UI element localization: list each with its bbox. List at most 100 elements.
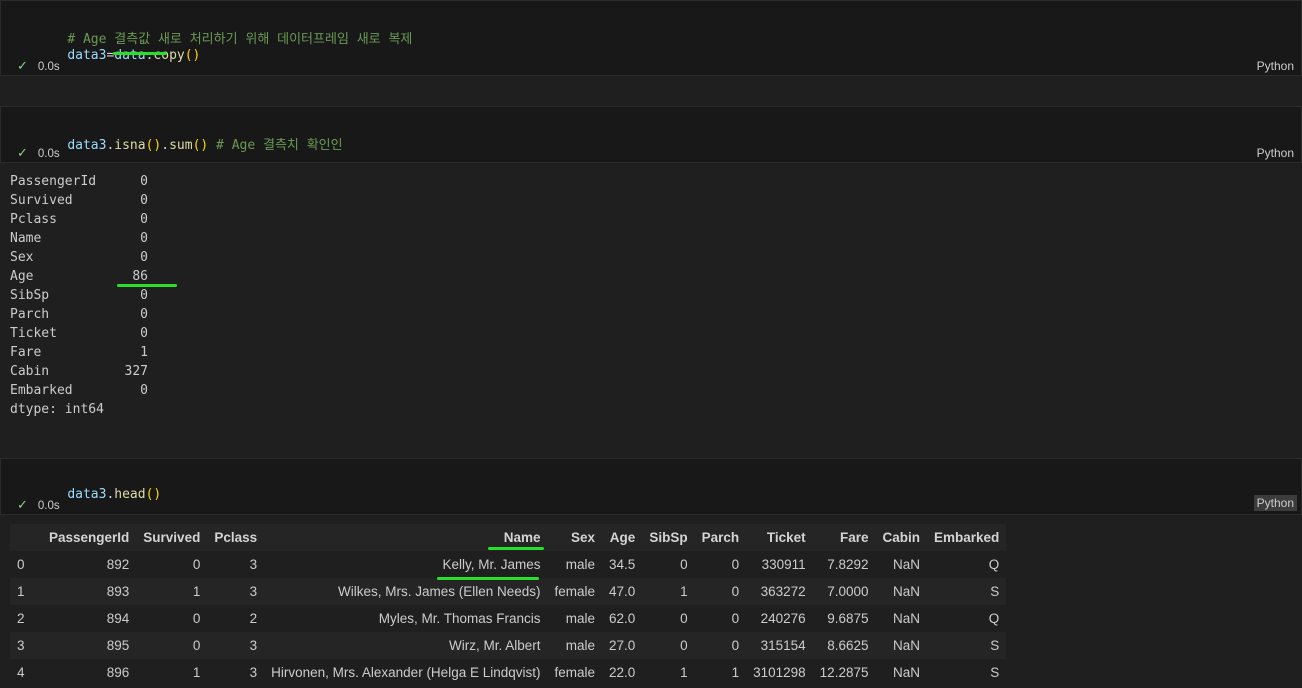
- code-cell-head[interactable]: data3.head() ✓ 0.0s Python: [0, 458, 1302, 515]
- table-row: 1 893 1 3 Wilkes, Mrs. James (Ellen Needs) fe…: [10, 578, 1007, 605]
- code-function-isna: isna: [114, 138, 146, 153]
- table-cell: 3: [207, 632, 265, 659]
- table-cell: Wilkes, Mrs. James (Ellen Needs): [264, 578, 548, 605]
- table-cell: 892: [42, 551, 137, 578]
- table-cell: 363272: [746, 578, 813, 605]
- series-index: PassengerId: [10, 174, 97, 189]
- table-cell: 1: [136, 578, 208, 605]
- cell-status: ✓ 0.0s: [17, 58, 60, 74]
- table-cell: 1: [10, 578, 42, 605]
- table-cell: 12.2875: [812, 659, 876, 686]
- series-value: 0: [140, 250, 148, 265]
- language-label[interactable]: Python: [1254, 58, 1297, 74]
- table-cell: 0: [694, 551, 747, 578]
- series-index: Name: [10, 231, 42, 246]
- table-cell: 0: [10, 551, 42, 578]
- code-object: data: [114, 48, 146, 63]
- code-parens: (): [145, 138, 162, 153]
- code-variable: data3: [67, 48, 107, 63]
- table-cell: NaN: [875, 551, 927, 578]
- table-cell: Wirz, Mr. Albert: [264, 632, 548, 659]
- table-cell: 0: [694, 605, 747, 632]
- language-label[interactable]: Python: [1253, 495, 1297, 511]
- series-row: Pclass 0: [10, 210, 148, 229]
- column-header: Sex: [547, 524, 603, 551]
- cell-output-series: PassengerId 0 Survived 0 Pclass 0 Name 0 Sex 0 Age…: [10, 172, 148, 419]
- table-cell: 0: [694, 632, 747, 659]
- annotation-underline-copy: [113, 52, 167, 55]
- table-cell: NaN: [875, 578, 927, 605]
- table-cell: 22.0: [602, 659, 643, 686]
- table-cell: Q: [927, 605, 1007, 632]
- table-cell: 1: [642, 659, 695, 686]
- code-parens: (): [145, 487, 162, 502]
- table-cell: 2: [207, 605, 265, 632]
- code-cell-isna[interactable]: data3.isna().sum() # Age 결측치 확인인 ✓ 0.0s P…: [0, 106, 1302, 163]
- exec-time: 0.0s: [37, 148, 60, 160]
- table-cell: 0: [694, 578, 747, 605]
- table-cell: 315154: [746, 632, 813, 659]
- series-index: Survived: [10, 193, 73, 208]
- table-cell: 895: [42, 632, 137, 659]
- series-row: Survived 0: [10, 191, 148, 210]
- series-row: SibSp 0: [10, 286, 148, 305]
- table-cell: 7.0000: [812, 578, 876, 605]
- series-row: Ticket 0: [10, 324, 148, 343]
- table-cell: 3101298: [746, 659, 813, 686]
- table-cell: Myles, Mr. Thomas Francis: [264, 605, 548, 632]
- table-cell: male: [547, 551, 603, 578]
- table-cell: female: [547, 578, 603, 605]
- table-cell: S: [927, 578, 1007, 605]
- series-index: Embarked: [10, 383, 73, 398]
- code-parens: (): [184, 48, 201, 63]
- check-icon: ✓: [17, 145, 28, 160]
- table-cell: 0: [136, 632, 208, 659]
- series-row: Name 0: [10, 229, 148, 248]
- code-function: copy: [153, 48, 185, 63]
- series-value: 0: [140, 212, 148, 227]
- code-cell-copy[interactable]: # Age 결측값 새로 처리하기 위해 데이터프레임 새로 복제 data3=…: [0, 0, 1302, 76]
- code-line-assign[interactable]: data3=data.copy(): [36, 33, 200, 78]
- table-cell: 3: [207, 551, 265, 578]
- code-line-isna[interactable]: data3.isna().sum() # Age 결측치 확인인: [36, 119, 343, 168]
- table-cell: NaN: [875, 659, 927, 686]
- series-value: 0: [140, 193, 148, 208]
- table-cell: 1: [136, 659, 208, 686]
- exec-time: 0.0s: [37, 61, 60, 73]
- series-value: 327: [124, 364, 148, 379]
- table-cell: 7.8292: [812, 551, 876, 578]
- table-cell: 0: [136, 605, 208, 632]
- series-row: Embarked 0: [10, 381, 148, 400]
- series-dtype: dtype: int64: [10, 402, 104, 417]
- language-label[interactable]: Python: [1254, 145, 1297, 161]
- table-cell: Hirvonen, Mrs. Alexander (Helga E Lindqv…: [264, 659, 548, 686]
- table-cell: 2: [10, 605, 42, 632]
- table-cell: S: [927, 632, 1007, 659]
- code-variable: data3: [67, 487, 107, 502]
- table-cell: 3: [10, 632, 42, 659]
- table-cell: 3: [207, 578, 265, 605]
- column-header: Pclass: [207, 524, 265, 551]
- table-cell: NaN: [875, 605, 927, 632]
- series-value: 0: [140, 307, 148, 322]
- series-index: Fare: [10, 345, 42, 360]
- table-cell: 62.0: [602, 605, 643, 632]
- code-comment: # Age 결측치 확인인: [208, 138, 343, 153]
- series-row: Sex 0: [10, 248, 148, 267]
- code-variable: data3: [67, 138, 107, 153]
- table-row: 3 895 0 3 Wirz, Mr. Albert male 27.0 0 0 315154 8.…: [10, 632, 1007, 659]
- table-cell: 27.0: [602, 632, 643, 659]
- series-row: PassengerId 0: [10, 172, 148, 191]
- series-value: 0: [140, 288, 148, 303]
- table-cell: 330911: [746, 551, 813, 578]
- table-cell: 8.6625: [812, 632, 876, 659]
- table-cell: Kelly, Mr. James: [264, 551, 548, 578]
- table-cell: 1: [694, 659, 747, 686]
- annotation-underline-name-header: [488, 547, 544, 550]
- series-index: Ticket: [10, 326, 57, 341]
- series-row: Cabin 327: [10, 362, 148, 381]
- table-cell: 0: [642, 551, 695, 578]
- cell-status: ✓ 0.0s: [17, 145, 60, 161]
- code-function-head: head: [114, 487, 146, 502]
- column-header: Age: [602, 524, 643, 551]
